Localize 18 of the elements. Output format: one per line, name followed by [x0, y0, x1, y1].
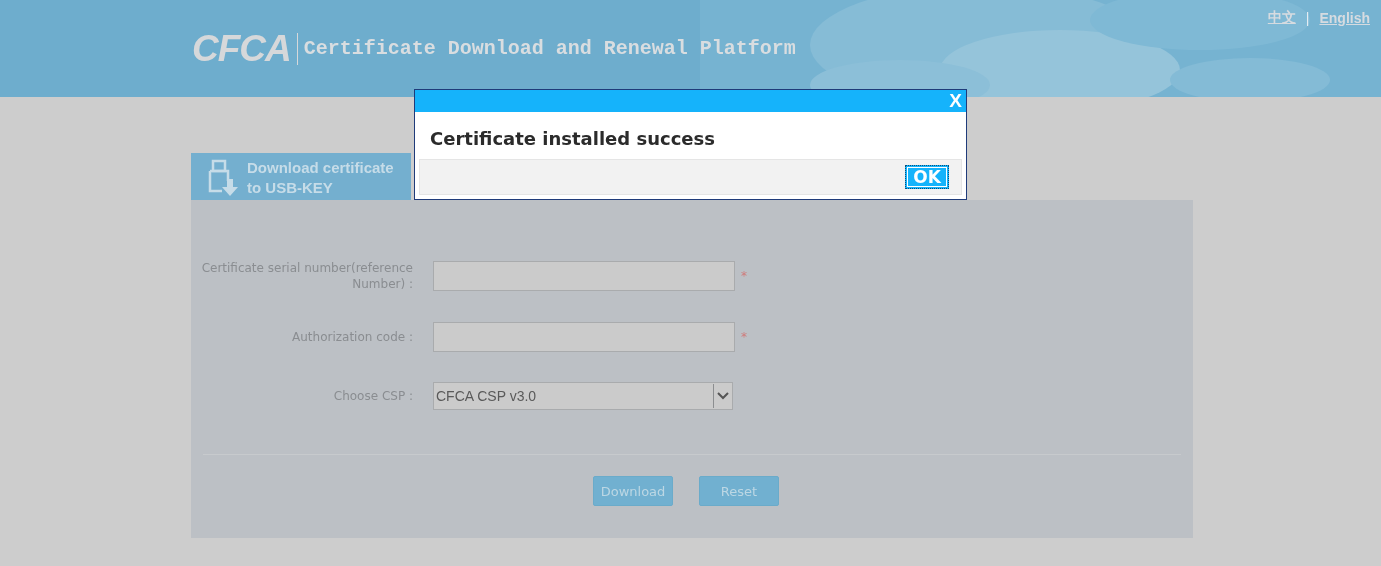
usb-download-icon — [207, 158, 241, 197]
tab[interactable]: Download certificate to USB-KEY — [191, 153, 411, 200]
csp-dropdown[interactable]: CFCA CSP v3.0 — [433, 382, 733, 410]
site-title: Certificate Download and Renewal Platform — [303, 37, 796, 60]
input-field[interactable] — [433, 261, 735, 291]
ok-button[interactable]: OK — [905, 165, 949, 189]
dialog-message: Certificate installed success — [429, 127, 716, 151]
close-button[interactable]: X — [945, 91, 966, 111]
logo: CFCA — [192, 32, 298, 65]
form-button[interactable]: Download — [593, 476, 673, 506]
separator: | — [1305, 10, 1310, 26]
required-mark: * — [741, 269, 748, 283]
caret-icon — [713, 384, 732, 408]
language-link[interactable]: English — [1319, 10, 1370, 26]
language-link[interactable]: 中文 — [1267, 9, 1296, 27]
form-button[interactable]: Reset — [699, 476, 779, 506]
input-field[interactable] — [433, 322, 735, 352]
required-mark: * — [741, 330, 748, 344]
